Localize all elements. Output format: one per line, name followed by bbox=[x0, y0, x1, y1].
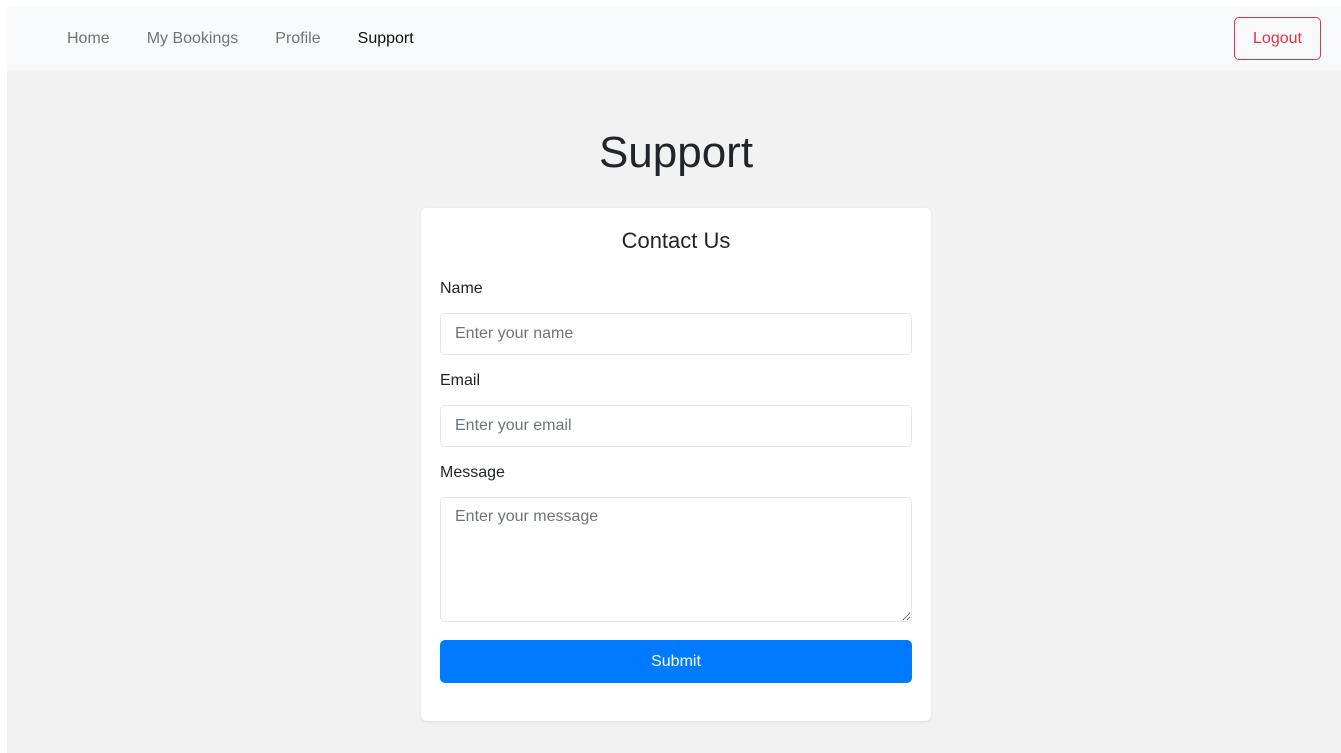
app-frame: Home My Bookings Profile Support Logout … bbox=[7, 7, 1341, 753]
logout-button[interactable]: Logout bbox=[1234, 17, 1321, 60]
email-input[interactable] bbox=[440, 405, 912, 447]
nav-link-profile[interactable]: Profile bbox=[275, 29, 320, 49]
nav-link-support[interactable]: Support bbox=[358, 29, 414, 49]
contact-card: Contact Us Name Email Message Submit bbox=[421, 208, 931, 721]
contact-card-title: Contact Us bbox=[621, 228, 731, 253]
message-label: Message bbox=[440, 464, 505, 481]
name-field-group: Name bbox=[440, 279, 912, 355]
name-label: Name bbox=[440, 280, 483, 297]
message-textarea[interactable] bbox=[440, 497, 912, 622]
nav-links: Home My Bookings Profile Support bbox=[67, 7, 451, 70]
nav-link-my-bookings[interactable]: My Bookings bbox=[147, 29, 239, 49]
nav-link-home[interactable]: Home bbox=[67, 29, 110, 49]
email-field-group: Email bbox=[440, 371, 912, 447]
page-title: Support bbox=[598, 128, 754, 177]
name-input[interactable] bbox=[440, 313, 912, 355]
submit-button[interactable]: Submit bbox=[440, 640, 912, 683]
email-label: Email bbox=[440, 372, 481, 389]
navbar: Home My Bookings Profile Support Logout bbox=[7, 7, 1341, 70]
message-field-group: Message bbox=[440, 463, 912, 622]
